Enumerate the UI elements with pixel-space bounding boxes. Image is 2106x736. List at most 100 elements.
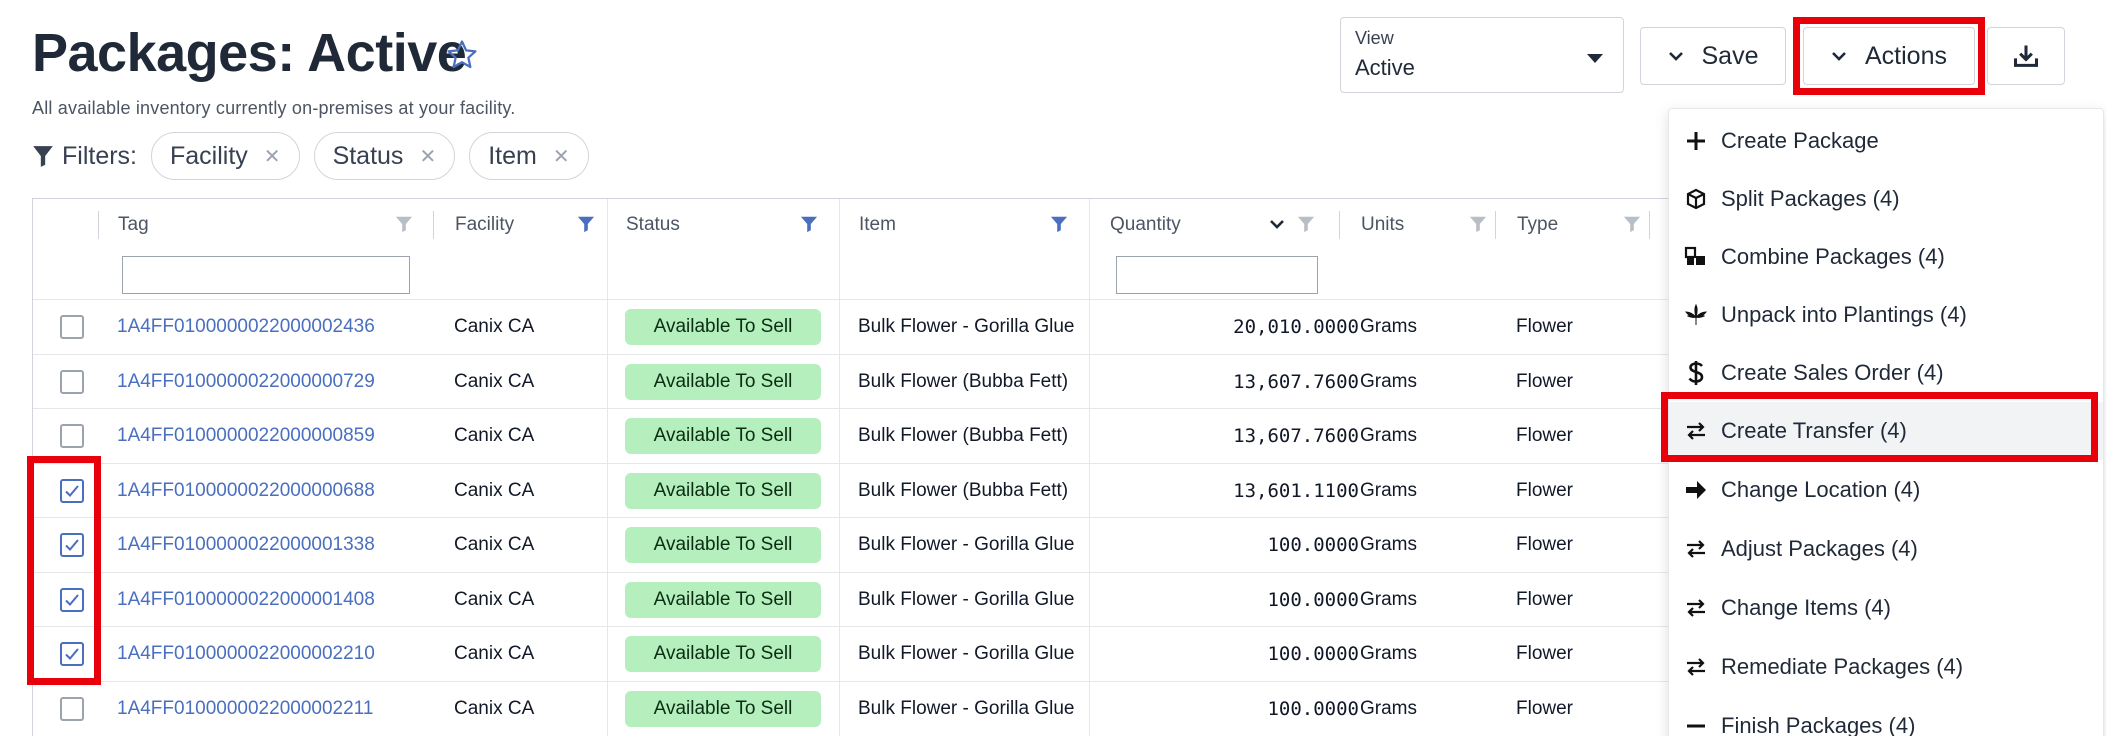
tag-link[interactable]: 1A4FF0100000022000002210 — [117, 627, 375, 681]
filter-chip-label: Status — [332, 141, 404, 170]
table-row[interactable]: 1A4FF0100000022000001338 Canix CA Availa… — [33, 517, 1673, 571]
menu-item-label: Create Package — [1721, 128, 1879, 153]
table-row[interactable]: 1A4FF0100000022000002210 Canix CA Availa… — [33, 626, 1673, 680]
column-header-status[interactable]: Status — [626, 199, 680, 251]
menu-item-combine-packages[interactable]: Combine Packages (4) — [1669, 228, 2103, 286]
type-cell: Flower — [1516, 589, 1574, 610]
column-header-units[interactable]: Units — [1361, 199, 1404, 251]
filter-chip-label: Item — [488, 141, 537, 170]
exchange-icon — [1683, 654, 1709, 680]
table-row[interactable]: 1A4FF0100000022000000688 Canix CA Availa… — [33, 463, 1673, 517]
filter-icon[interactable] — [800, 215, 818, 233]
column-header-label: Units — [1361, 214, 1405, 235]
tag-link[interactable]: 1A4FF0100000022000000859 — [117, 409, 375, 463]
status-cell: Available To Sell — [625, 409, 821, 463]
view-select[interactable]: View Active — [1340, 17, 1624, 93]
star-icon[interactable] — [445, 38, 479, 72]
facility-cell: Canix CA — [454, 425, 535, 446]
status-badge: Available To Sell — [625, 582, 821, 618]
sort-desc-icon[interactable] — [1269, 219, 1285, 229]
facility-cell: Canix CA — [454, 480, 535, 501]
filter-icon[interactable] — [1297, 215, 1315, 233]
status-cell: Available To Sell — [625, 573, 821, 627]
exchange-icon — [1683, 536, 1709, 562]
tag-link[interactable]: 1A4FF0100000022000000729 — [117, 355, 375, 409]
filter-chip-status[interactable]: Status ✕ — [313, 132, 456, 180]
column-header-type[interactable]: Type — [1517, 199, 1558, 251]
menu-item-change-location[interactable]: Change Location (4) — [1669, 461, 2103, 519]
menu-item-unpack-into-plantings[interactable]: Unpack into Plantings (4) — [1669, 286, 2103, 344]
row-checkbox[interactable] — [60, 370, 84, 394]
table-row[interactable]: 1A4FF0100000022000002436 Canix CA Availa… — [33, 299, 1673, 353]
menu-item-change-items[interactable]: Change Items (4) — [1669, 579, 2103, 637]
quantity-cell: 100.0000 — [1267, 589, 1359, 611]
menu-item-create-package[interactable]: Create Package — [1669, 112, 2103, 170]
status-badge: Available To Sell — [625, 636, 821, 672]
column-separator — [98, 211, 99, 239]
tag-link[interactable]: 1A4FF0100000022000002211 — [117, 682, 373, 736]
save-button[interactable]: Save — [1640, 27, 1786, 85]
menu-item-label: Change Location (4) — [1721, 477, 1921, 502]
quantity-cell: 20,010.0000 — [1233, 316, 1359, 338]
menu-item-label: Change Items (4) — [1721, 595, 1891, 620]
filter-icon[interactable] — [577, 215, 595, 233]
tag-link[interactable]: 1A4FF0100000022000001408 — [117, 573, 375, 627]
type-cell: Flower — [1516, 698, 1574, 719]
filter-icon[interactable] — [1050, 215, 1068, 233]
status-cell: Available To Sell — [625, 627, 821, 681]
box-icon — [1683, 186, 1709, 212]
close-icon[interactable]: ✕ — [419, 144, 436, 169]
boxes-icon — [1683, 244, 1709, 270]
quantity-filter-input[interactable] — [1116, 256, 1318, 294]
table-row[interactable]: 1A4FF0100000022000000729 Canix CA Availa… — [33, 354, 1673, 408]
item-cell: Bulk Flower (Bubba Fett) — [858, 371, 1069, 392]
menu-item-remediate-packages[interactable]: Remediate Packages (4) — [1669, 638, 2103, 696]
row-checkbox[interactable] — [60, 697, 84, 721]
column-header-quantity[interactable]: Quantity — [1110, 199, 1181, 251]
status-cell: Available To Sell — [625, 355, 821, 409]
minus-icon — [1683, 713, 1709, 736]
menu-item-split-packages[interactable]: Split Packages (4) — [1669, 170, 2103, 228]
row-checkbox[interactable] — [60, 315, 84, 339]
filter-icon[interactable] — [395, 215, 413, 233]
item-cell: Bulk Flower - Gorilla Glue — [858, 698, 1075, 719]
filter-chip-item[interactable]: Item ✕ — [469, 132, 589, 180]
view-select-value: Active — [1355, 55, 1415, 80]
status-badge: Available To Sell — [625, 473, 821, 509]
close-icon[interactable]: ✕ — [553, 144, 570, 169]
column-header-item[interactable]: Item — [859, 199, 896, 251]
menu-item-adjust-packages[interactable]: Adjust Packages (4) — [1669, 520, 2103, 578]
highlight-actions-button — [1793, 17, 1985, 95]
type-cell: Flower — [1516, 534, 1574, 555]
funnel-icon — [33, 146, 53, 167]
type-cell: Flower — [1516, 371, 1574, 392]
row-checkbox-cell — [52, 300, 92, 354]
table-row[interactable]: 1A4FF0100000022000002211 Canix CA Availa… — [33, 681, 1673, 735]
status-cell: Available To Sell — [625, 300, 821, 354]
row-checkbox-cell — [52, 355, 92, 409]
view-select-label: View — [1355, 28, 1394, 48]
tag-filter-input[interactable] — [122, 256, 410, 294]
menu-item-label: Finish Packages (4) — [1721, 713, 1916, 736]
download-button[interactable] — [1987, 27, 2065, 85]
facility-cell: Canix CA — [454, 643, 535, 664]
column-header-facility[interactable]: Facility — [455, 199, 514, 251]
table-row[interactable]: 1A4FF0100000022000000859 Canix CA Availa… — [33, 408, 1673, 462]
save-button-label: Save — [1701, 41, 1759, 70]
column-separator — [433, 211, 434, 239]
caret-down-icon — [1587, 54, 1603, 63]
filter-chip-facility[interactable]: Facility ✕ — [151, 132, 300, 180]
table-row[interactable]: 1A4FF0100000022000001408 Canix CA Availa… — [33, 572, 1673, 626]
filter-icon[interactable] — [1469, 215, 1487, 233]
close-icon[interactable]: ✕ — [264, 144, 281, 169]
item-cell: Bulk Flower - Gorilla Glue — [858, 316, 1075, 337]
tag-link[interactable]: 1A4FF0100000022000000688 — [117, 464, 375, 518]
tag-link[interactable]: 1A4FF0100000022000001338 — [117, 518, 375, 572]
column-header-tag[interactable]: Tag — [118, 199, 149, 251]
row-checkbox[interactable] — [60, 424, 84, 448]
item-cell: Bulk Flower - Gorilla Glue — [858, 534, 1075, 555]
menu-item-finish-packages[interactable]: Finish Packages (4) — [1669, 697, 2103, 736]
units-cell: Grams — [1360, 425, 1417, 446]
tag-link[interactable]: 1A4FF0100000022000002436 — [117, 300, 375, 354]
filter-icon[interactable] — [1623, 215, 1641, 233]
